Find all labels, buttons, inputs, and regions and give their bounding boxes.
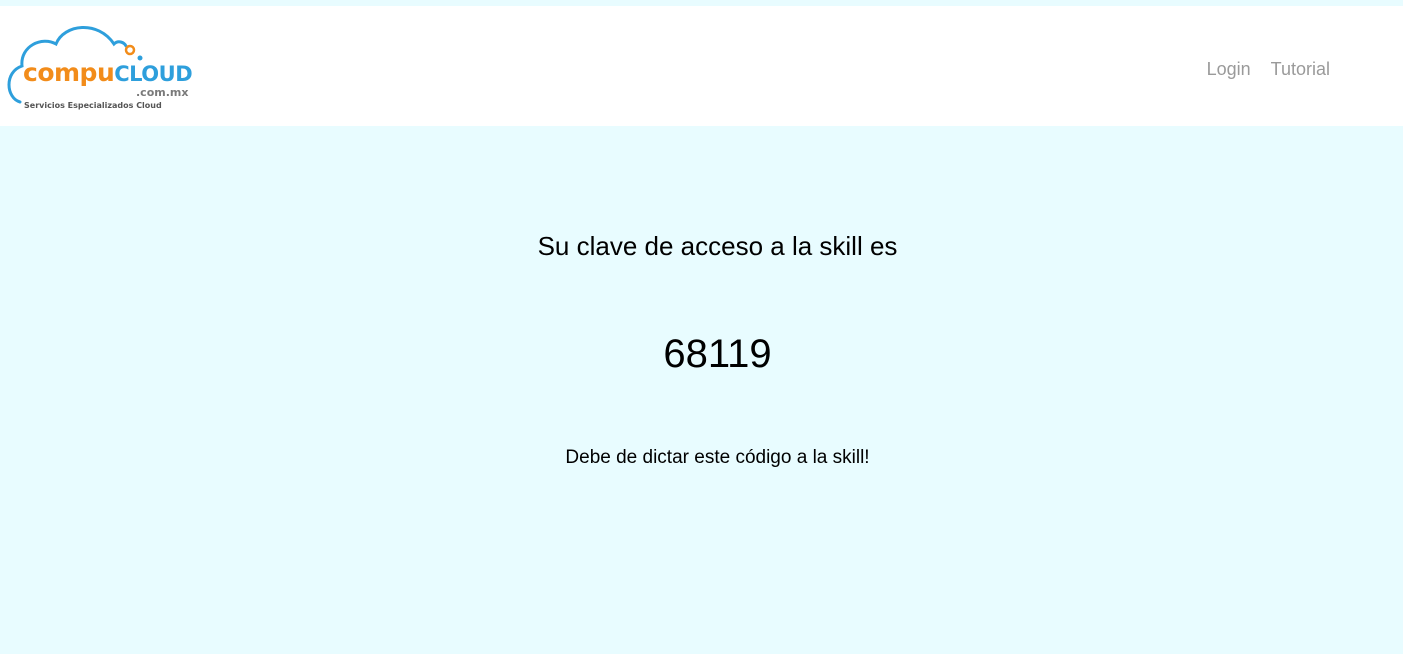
access-key-heading: Su clave de acceso a la skill es bbox=[537, 231, 898, 261]
logo-domain: .com.mx bbox=[136, 86, 189, 99]
instruction-text: Debe de dictar este código a la skill! bbox=[565, 447, 870, 468]
logo-tagline: Servicios Especializados Cloud bbox=[24, 101, 162, 110]
main-content: Su clave de acceso a la skill es 68119 D… bbox=[0, 126, 1403, 654]
access-code: 68119 bbox=[663, 332, 772, 376]
nav-links: Login Tutorial bbox=[1207, 58, 1330, 80]
compucloud-logo[interactable]: compuCLOUD .com.mx Servicios Especializa… bbox=[6, 20, 196, 118]
logo-compu: compu bbox=[23, 58, 115, 87]
nav-login-link[interactable]: Login bbox=[1207, 58, 1251, 80]
logo-cloud: CLOUD bbox=[114, 62, 193, 86]
nav-tutorial-link[interactable]: Tutorial bbox=[1271, 58, 1330, 80]
navbar: compuCLOUD .com.mx Servicios Especializa… bbox=[0, 6, 1403, 126]
logo-wordmark: compuCLOUD bbox=[23, 58, 193, 87]
